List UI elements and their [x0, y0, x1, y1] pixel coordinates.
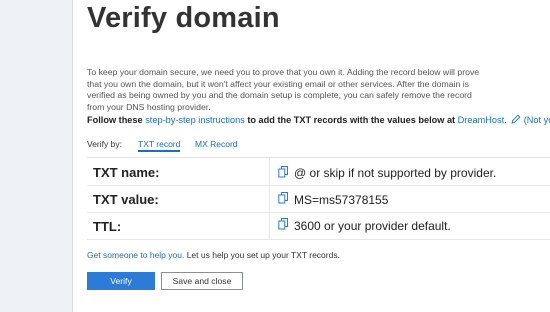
copy-icon[interactable]	[278, 192, 289, 204]
save-and-close-button[interactable]: Save and close	[161, 272, 243, 290]
txt-name-value: @ or skip if not supported by provider.	[294, 166, 497, 180]
verify-button[interactable]: Verify	[87, 272, 155, 290]
txt-value-value: MS=ms57378155	[294, 193, 389, 207]
page-title: Verify domain	[87, 2, 280, 34]
left-rail	[0, 0, 72, 312]
verify-by-label: Verify by:	[87, 139, 122, 149]
ttl-label: TTL:	[93, 219, 122, 234]
page-description: To keep your domain secure, we need you …	[87, 67, 480, 112]
copy-icon[interactable]	[278, 218, 289, 230]
tab-txt-record[interactable]: TXT record	[138, 139, 181, 152]
txt-value-label: TXT value:	[93, 192, 159, 207]
dns-host-link[interactable]: DreamHost.	[458, 115, 507, 125]
row-divider	[87, 212, 550, 213]
instructions-line: Follow these step-by-step instructions t…	[87, 114, 550, 125]
not-your-host-link[interactable]: (Not your	[524, 115, 550, 125]
pencil-icon[interactable]	[511, 114, 521, 124]
instructions-middle: to add the TXT records with the values b…	[244, 115, 458, 125]
tab-mx-record[interactable]: MX Record	[195, 139, 238, 149]
help-line: Get someone to help you. Let us help you…	[87, 250, 340, 260]
txt-name-label: TXT name:	[93, 165, 160, 180]
instructions-prefix: Follow these	[87, 115, 146, 125]
copy-icon[interactable]	[278, 166, 289, 178]
row-divider	[87, 185, 550, 186]
step-by-step-instructions-link[interactable]: step-by-step instructions	[145, 115, 245, 125]
help-text: Let us help you set up your TXT records.	[184, 250, 340, 260]
ttl-value: 3600 or your provider default.	[294, 219, 451, 233]
table-column-divider	[269, 158, 270, 240]
verify-domain-panel: Verify domain To keep your domain secure…	[72, 0, 550, 312]
row-divider	[87, 239, 550, 240]
get-help-link[interactable]: Get someone to help you.	[87, 250, 184, 260]
tab-divider	[87, 157, 550, 158]
